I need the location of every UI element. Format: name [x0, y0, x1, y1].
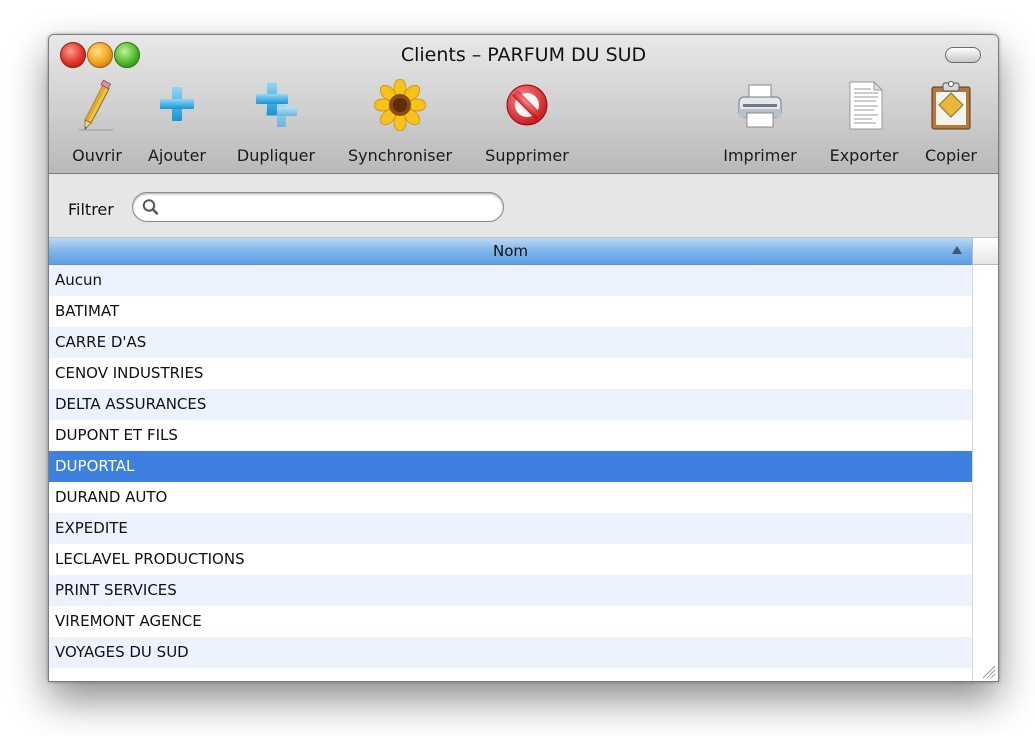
document-icon	[849, 80, 884, 130]
column-header-label: Nom	[492, 242, 528, 260]
list-item[interactable]: DURAND AUTO	[49, 482, 972, 513]
list-item[interactable]: BATIMAT	[49, 296, 972, 327]
delete-label: Supprimer	[485, 146, 569, 165]
list-item[interactable]: Aucun	[49, 265, 972, 296]
vertical-scrollbar[interactable]	[972, 265, 998, 681]
clients-list: Aucun BATIMAT CARRE D'AS CENOV INDUSTRIE…	[49, 265, 972, 668]
printer-icon	[738, 84, 782, 128]
export-button[interactable]: Exporter	[820, 79, 908, 169]
export-label: Exporter	[829, 146, 899, 165]
duplicate-icon	[256, 83, 297, 127]
filter-search-field[interactable]	[132, 192, 504, 222]
list-item[interactable]: DELTA ASSURANCES	[49, 389, 972, 420]
open-button[interactable]: Ouvrir	[65, 79, 129, 169]
add-button[interactable]: Ajouter	[141, 79, 213, 169]
list-item[interactable]: CARRE D'AS	[49, 327, 972, 358]
resize-grip-icon[interactable]	[978, 661, 996, 679]
list-item[interactable]: CENOV INDUSTRIES	[49, 358, 972, 389]
filter-input[interactable]	[165, 196, 489, 218]
pencil-icon	[79, 79, 113, 131]
toolbar-toggle-button[interactable]	[945, 47, 981, 63]
list-item-selected[interactable]: DUPORTAL	[49, 451, 972, 482]
window-title: Clients – PARFUM DU SUD	[400, 44, 647, 66]
filter-bar: Filtrer	[49, 174, 998, 238]
duplicate-button[interactable]: Dupliquer	[227, 79, 325, 169]
copy-button[interactable]: Copier	[915, 79, 987, 169]
list-item[interactable]: DUPONT ET FILS	[49, 420, 972, 451]
sort-ascending-icon	[952, 246, 962, 254]
copy-label: Copier	[925, 146, 977, 165]
add-label: Ajouter	[147, 146, 206, 165]
list-item[interactable]: VOYAGES DU SUD	[49, 637, 972, 668]
list-item[interactable]: EXPEDITE	[49, 513, 972, 544]
list-item[interactable]: PRINT SERVICES	[49, 575, 972, 606]
filter-label: Filtrer	[68, 200, 114, 219]
list-item[interactable]: VIREMONT AGENCE	[49, 606, 972, 637]
search-icon	[142, 199, 159, 215]
delete-button[interactable]: Supprimer	[475, 79, 579, 169]
header-corner	[972, 238, 998, 265]
print-button[interactable]: Imprimer	[713, 79, 807, 169]
sync-button[interactable]: Synchroniser	[337, 79, 463, 169]
open-label: Ouvrir	[72, 146, 122, 165]
clipboard-icon	[931, 81, 971, 130]
clients-window: Clients – PARFUM DU SUD Ouvrir Ajouter D…	[48, 34, 999, 682]
toolbar: Clients – PARFUM DU SUD Ouvrir Ajouter D…	[49, 35, 998, 174]
list-item[interactable]: LECLAVEL PRODUCTIONS	[49, 544, 972, 575]
print-label: Imprimer	[723, 146, 797, 165]
sync-label: Synchroniser	[347, 146, 453, 165]
no-entry-icon	[506, 84, 548, 126]
plus-icon	[160, 87, 194, 121]
duplicate-label: Dupliquer	[236, 146, 316, 165]
column-header-nom[interactable]: Nom	[49, 238, 972, 265]
sunflower-icon	[374, 79, 426, 131]
